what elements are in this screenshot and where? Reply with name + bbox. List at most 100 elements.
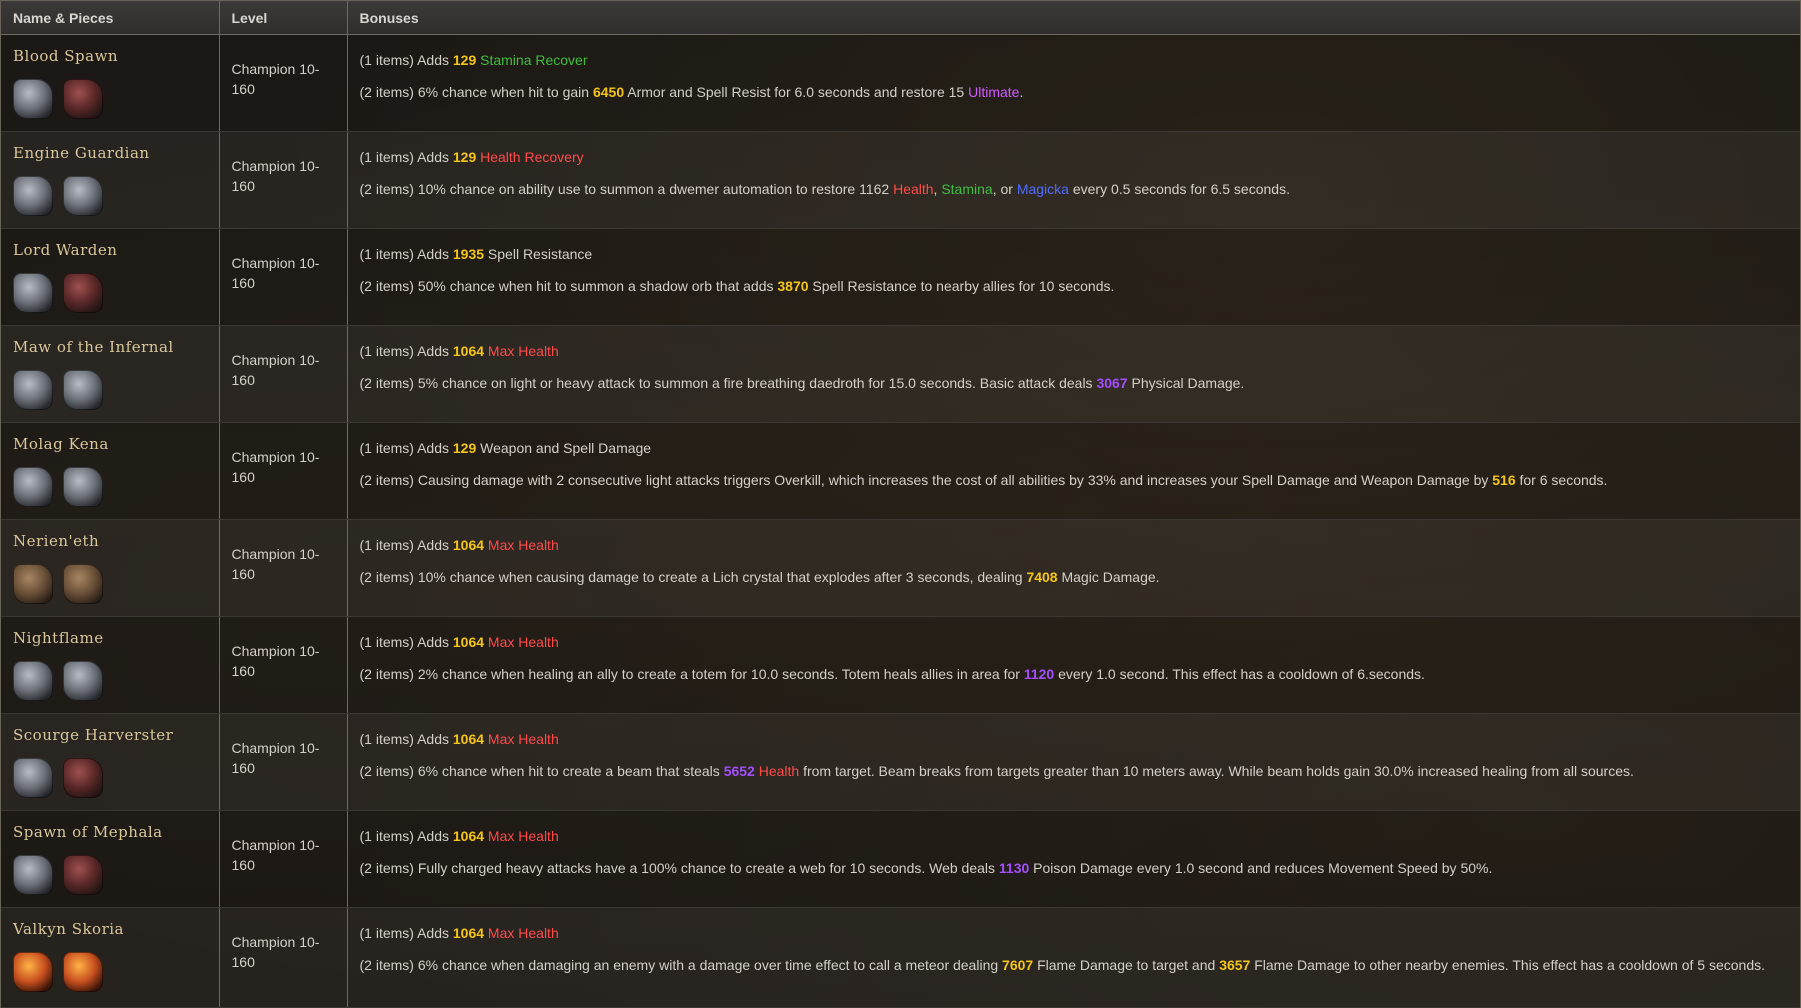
bonus-text: (1 items) Adds xyxy=(359,440,453,456)
bonus-text: (1 items) Adds xyxy=(359,828,453,844)
set-name[interactable]: Maw of the Infernal xyxy=(13,338,207,356)
bonus-highlight: 1064 xyxy=(452,343,485,359)
bonus-text: (2 items) 6% chance when damaging an ene… xyxy=(359,957,1003,973)
set-name[interactable]: Valkyn Skoria xyxy=(13,920,207,938)
bonus-line: (2 items) 10% chance when causing damage… xyxy=(360,567,1789,588)
bonus-highlight: 1064 xyxy=(452,925,485,941)
bonus-line: (2 items) 50% chance when hit to summon … xyxy=(360,276,1789,297)
bonuses-cell: (1 items) Adds 1064 Max Health (2 items) … xyxy=(347,713,1800,811)
table-row: Scourge Harverster Champion 10-160 (1 item… xyxy=(1,713,1800,811)
set-name[interactable]: Nerien'eth xyxy=(13,532,207,550)
shoulder-icon[interactable] xyxy=(63,855,103,895)
level-cell: Champion 10-160 xyxy=(219,325,348,423)
bonus-highlight: 129 xyxy=(452,149,477,165)
name-pieces-cell: Molag Kena xyxy=(1,422,220,520)
table-row: Nerien'eth Champion 10-160 (1 items) Adds … xyxy=(1,519,1800,617)
shoulder-icon[interactable] xyxy=(63,758,103,798)
set-pieces xyxy=(13,661,207,701)
bonus-text: (2 items) Causing damage with 2 consecut… xyxy=(359,472,1493,488)
bonuses-cell: (1 items) Adds 1064 Max Health (2 items) … xyxy=(347,810,1800,908)
bonuses-cell: (1 items) Adds 129 Stamina Recover (2 ite… xyxy=(347,34,1800,132)
table-row: Nightflame Champion 10-160 (1 items) Adds … xyxy=(1,616,1800,714)
set-name[interactable]: Scourge Harverster xyxy=(13,726,207,744)
set-name[interactable]: Spawn of Mephala xyxy=(13,823,207,841)
shoulder-icon[interactable] xyxy=(63,370,103,410)
shoulder-icon[interactable] xyxy=(63,952,103,992)
bonuses-cell: (1 items) Adds 129 Weapon and Spell Dama… xyxy=(347,422,1800,520)
bonus-text: every 1.0 second. This effect has a cool… xyxy=(1054,666,1425,682)
helm-icon[interactable] xyxy=(13,758,53,798)
set-pieces xyxy=(13,79,207,119)
bonus-line: (2 items) 5% chance on light or heavy at… xyxy=(360,373,1789,394)
name-pieces-cell: Blood Spawn xyxy=(1,34,220,132)
bonus-text: (2 items) 2% chance when healing an ally… xyxy=(359,666,1024,682)
set-name[interactable]: Engine Guardian xyxy=(13,144,207,162)
set-name[interactable]: Molag Kena xyxy=(13,435,207,453)
bonus-text: Spell Resistance to nearby allies for 10… xyxy=(808,278,1115,294)
helm-icon[interactable] xyxy=(13,273,53,313)
bonus-line: (1 items) Adds 1064 Max Health xyxy=(360,535,1789,556)
helm-icon[interactable] xyxy=(13,176,53,216)
helm-icon[interactable] xyxy=(13,564,53,604)
helm-icon[interactable] xyxy=(13,855,53,895)
name-pieces-cell: Valkyn Skoria xyxy=(1,907,220,1008)
helm-icon[interactable] xyxy=(13,661,53,701)
set-pieces xyxy=(13,758,207,798)
table-row: Blood Spawn Champion 10-160 (1 items) Adds… xyxy=(1,34,1800,132)
table-row: Valkyn Skoria Champion 10-160 (1 items) Ad… xyxy=(1,907,1800,1008)
level-text: Champion 10-160 xyxy=(231,546,320,582)
set-pieces xyxy=(13,370,207,410)
bonus-highlight: 5652 xyxy=(723,763,755,779)
bonus-text: (1 items) Adds xyxy=(359,634,453,650)
bonus-text: (2 items) 6% chance when hit to gain xyxy=(359,84,593,100)
level-cell: Champion 10-160 xyxy=(219,228,348,326)
shoulder-icon[interactable] xyxy=(63,273,103,313)
bonuses-cell: (1 items) Adds 1064 Max Health (2 items) … xyxy=(347,616,1800,714)
table-row: Molag Kena Champion 10-160 (1 items) Adds … xyxy=(1,422,1800,520)
bonus-highlight: 516 xyxy=(1492,472,1516,488)
shoulder-icon[interactable] xyxy=(63,79,103,119)
set-name[interactable]: Nightflame xyxy=(13,629,207,647)
bonus-text: Armor and Spell Resist for 6.0 seconds a… xyxy=(624,84,969,100)
bonus-highlight: Max Health xyxy=(487,343,559,359)
helm-icon[interactable] xyxy=(13,467,53,507)
bonus-text: Poison Damage every 1.0 second and reduc… xyxy=(1029,860,1493,876)
header-name[interactable]: Name & Pieces xyxy=(1,1,220,35)
bonuses-cell: (1 items) Adds 1064 Max Health (2 items) … xyxy=(347,907,1800,1008)
bonus-text: (2 items) 10% chance on ability use to s… xyxy=(359,181,894,197)
shoulder-icon[interactable] xyxy=(63,564,103,604)
bonus-highlight: 3870 xyxy=(777,278,809,294)
name-pieces-cell: Nerien'eth xyxy=(1,519,220,617)
bonus-text: (2 items) 10% chance when causing damage… xyxy=(359,569,1027,585)
bonus-highlight: Stamina Recover xyxy=(480,52,588,68)
header-level[interactable]: Level xyxy=(219,1,348,35)
table-row: Lord Warden Champion 10-160 (1 items) Adds… xyxy=(1,228,1800,326)
shoulder-icon[interactable] xyxy=(63,176,103,216)
bonus-highlight: Max Health xyxy=(487,925,559,941)
bonus-highlight: Max Health xyxy=(487,634,559,650)
helm-icon[interactable] xyxy=(13,370,53,410)
header-bonuses[interactable]: Bonuses xyxy=(347,1,1800,35)
bonus-text: Magic Damage. xyxy=(1057,569,1160,585)
shoulder-icon[interactable] xyxy=(63,467,103,507)
monster-sets-page: Name & Pieces Level Bonuses Blood Spawn C… xyxy=(0,0,1801,1008)
bonus-line: (1 items) Adds 1935 Spell Resistance xyxy=(360,244,1789,265)
level-text: Champion 10-160 xyxy=(231,934,320,970)
level-cell: Champion 10-160 xyxy=(219,519,348,617)
table-row: Spawn of Mephala Champion 10-160 (1 items)… xyxy=(1,810,1800,908)
bonus-highlight: 1935 xyxy=(452,246,485,262)
bonus-text: Flame Damage to other nearby enemies. Th… xyxy=(1250,957,1766,973)
set-name[interactable]: Blood Spawn xyxy=(13,47,207,65)
helm-icon[interactable] xyxy=(13,952,53,992)
set-name[interactable]: Lord Warden xyxy=(13,241,207,259)
level-text: Champion 10-160 xyxy=(231,352,320,388)
bonus-text: (2 items) Fully charged heavy attacks ha… xyxy=(359,860,999,876)
bonus-highlight: Max Health xyxy=(487,537,559,553)
shoulder-icon[interactable] xyxy=(63,661,103,701)
bonus-line: (2 items) 6% chance when hit to gain 645… xyxy=(360,82,1789,103)
bonus-highlight: 3657 xyxy=(1219,957,1251,973)
helm-icon[interactable] xyxy=(13,79,53,119)
level-text: Champion 10-160 xyxy=(231,158,320,194)
set-pieces xyxy=(13,952,207,992)
bonus-highlight: 1064 xyxy=(452,731,485,747)
